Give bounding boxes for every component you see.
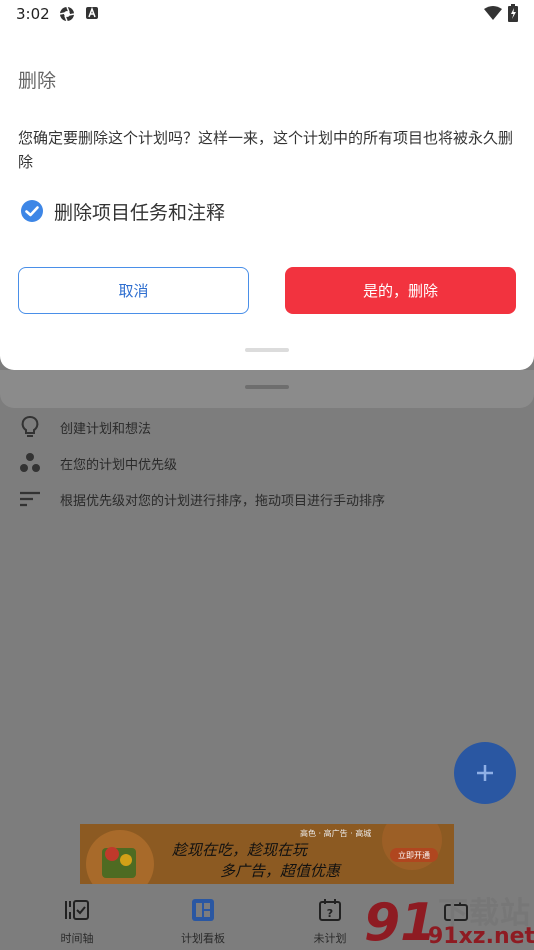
status-time: 3:02 — [16, 5, 50, 23]
a-badge-icon — [86, 6, 98, 19]
dialog-title: 删除 — [18, 70, 57, 92]
sheet-drag-handle[interactable] — [245, 385, 289, 389]
ad-banner[interactable]: 高色 · 高广告 · 高城 趁现在吃，趁现在玩 多广告，超值优惠 立即开通 — [80, 824, 454, 884]
site-watermark: 91 下载站 91xz.net — [362, 888, 534, 950]
watermark-url: 91xz.net — [428, 924, 534, 949]
nav-item-board[interactable]: 计划看板 — [153, 888, 253, 950]
checkbox-label: 删除项目任务和注释 — [54, 201, 226, 224]
dots-icon — [20, 453, 40, 472]
confirm-delete-button[interactable]: 是的，删除 — [285, 267, 516, 314]
aperture-icon — [59, 6, 75, 22]
battery-icon — [508, 4, 518, 22]
tip-item: 根据优先级对您的计划进行排序，拖动项目进行手动排序 — [18, 486, 385, 512]
nav-item-timeline[interactable]: 时间轴 — [27, 888, 127, 950]
cancel-button[interactable]: 取消 — [18, 267, 249, 314]
dialog-drag-handle[interactable] — [245, 348, 289, 352]
tip-text: 创建计划和想法 — [60, 421, 152, 437]
timeline-icon — [65, 900, 89, 920]
checkbox-checked-icon[interactable] — [20, 199, 44, 223]
delete-dialog: 删除 您确定要删除这个计划吗？这样一来，这个计划中的所有项目也将被永久删除 删除… — [0, 28, 534, 370]
background-sheet — [0, 370, 534, 408]
ad-subheadline: 多广告，超值优惠 — [220, 862, 341, 880]
tip-text: 根据优先级对您的计划进行排序，拖动项目进行手动排序 — [60, 493, 386, 509]
nav-label: 时间轴 — [60, 932, 94, 945]
confirm-delete-label: 是的，删除 — [362, 282, 438, 300]
tip-text: 在您的计划中优先级 — [60, 457, 178, 473]
ad-headline: 趁现在吃，趁现在玩 — [172, 841, 308, 859]
ad-cta-button[interactable]: 立即开通 — [390, 848, 438, 862]
svg-text:?: ? — [327, 907, 333, 920]
board-icon — [192, 899, 214, 921]
cancel-button-label: 取消 — [118, 282, 149, 300]
add-fab-button[interactable] — [454, 742, 516, 804]
ad-top-text: 高色 · 高广告 · 高城 — [300, 829, 372, 838]
svg-text:91: 91 — [364, 893, 432, 950]
lightbulb-icon — [21, 416, 39, 437]
unplanned-icon: ? — [319, 899, 341, 921]
tip-item: 创建计划和想法 — [18, 414, 151, 440]
wifi-icon — [484, 6, 502, 20]
status-bar: 3:02 — [0, 0, 534, 28]
tip-item: 在您的计划中优先级 — [18, 450, 177, 476]
nav-label: 计划看板 — [181, 932, 225, 945]
delete-tasks-checkbox-row[interactable]: 删除项目任务和注释 — [20, 198, 225, 224]
watermark-logo: 91 — [364, 893, 432, 950]
sort-icon — [20, 491, 40, 507]
dialog-message: 您确定要删除这个计划吗？这样一来，这个计划中的所有项目也将被永久删除 — [18, 129, 514, 171]
plus-icon — [477, 765, 493, 781]
